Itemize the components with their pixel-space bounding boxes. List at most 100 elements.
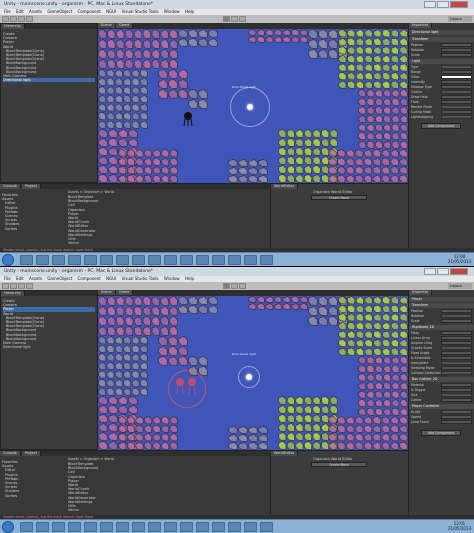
file-item[interactable]: Vector <box>68 508 268 512</box>
hand-tool-icon[interactable] <box>2 16 9 22</box>
media-icon[interactable] <box>196 522 209 532</box>
component-header[interactable]: Light <box>409 59 474 64</box>
add-component-button[interactable]: Add Component <box>421 123 461 129</box>
skype-icon[interactable] <box>84 522 97 532</box>
component-header[interactable]: Player Controller <box>409 404 474 409</box>
field-value[interactable] <box>441 393 472 397</box>
mail-icon[interactable] <box>100 522 113 532</box>
move-tool-icon[interactable] <box>10 16 17 22</box>
field-value[interactable] <box>441 309 472 313</box>
field-value[interactable] <box>441 110 472 114</box>
hierarchy-item-selected[interactable]: Directional light <box>3 78 95 83</box>
scale-tool-icon[interactable] <box>26 16 33 22</box>
tab-game[interactable]: Game <box>116 23 134 28</box>
file-item[interactable]: Vector <box>68 241 268 245</box>
field-value[interactable] <box>441 319 472 323</box>
media-icon[interactable] <box>196 255 209 265</box>
create-block-button[interactable]: Create Block <box>311 462 367 467</box>
field-value[interactable] <box>441 336 472 340</box>
start-button[interactable] <box>2 254 14 266</box>
field-value[interactable] <box>441 351 472 355</box>
field-value[interactable] <box>441 80 472 84</box>
tree-item[interactable]: Sprites <box>2 227 62 231</box>
scale-tool-icon[interactable] <box>26 283 33 289</box>
system-clock[interactable]: 12:01 21/05/2013 <box>448 521 471 531</box>
inspector-object-name[interactable]: Player <box>409 297 474 302</box>
field-value[interactable] <box>441 356 472 360</box>
visual-studio-icon[interactable] <box>164 255 177 265</box>
field-value[interactable] <box>441 53 472 57</box>
tree-item[interactable]: Sprites <box>2 494 62 498</box>
scene-view[interactable]: Directional light Scene Game <box>98 23 408 183</box>
start-button[interactable] <box>2 521 14 533</box>
notepad-icon[interactable] <box>148 255 161 265</box>
tab-console[interactable]: Console <box>0 451 21 456</box>
hand-tool-icon[interactable] <box>2 283 9 289</box>
folder-icon[interactable] <box>132 522 145 532</box>
tab-console[interactable]: Console <box>0 184 21 189</box>
component-header[interactable]: Rigidbody 2D <box>409 325 474 330</box>
color-swatch[interactable] <box>441 75 472 79</box>
settings-icon[interactable] <box>180 255 193 265</box>
tab-project[interactable]: Project <box>22 451 41 456</box>
tab-hierarchy[interactable]: Hierarchy <box>1 291 25 296</box>
jellyfish-icon[interactable] <box>182 111 194 127</box>
field-value[interactable] <box>441 65 472 69</box>
field-value[interactable] <box>441 371 472 375</box>
rotate-tool-icon[interactable] <box>18 16 25 22</box>
notepad-icon[interactable] <box>148 522 161 532</box>
field-value[interactable] <box>441 331 472 335</box>
tab-hierarchy[interactable]: Hierarchy <box>1 24 25 29</box>
field-value[interactable] <box>441 415 472 419</box>
field-value[interactable] <box>441 341 472 345</box>
hierarchy-item[interactable]: Directional light <box>3 345 95 349</box>
tab-world-editor[interactable]: WorldEditor <box>271 184 299 189</box>
photoshop-icon[interactable] <box>212 522 225 532</box>
unity-icon[interactable] <box>244 522 257 532</box>
component-header[interactable]: Transform <box>409 303 474 308</box>
field-value[interactable] <box>441 314 472 318</box>
sun-icon[interactable] <box>246 374 252 380</box>
field-value[interactable] <box>441 48 472 52</box>
tab-game[interactable]: Game <box>116 290 134 295</box>
minimize-button[interactable] <box>424 1 436 8</box>
terminal-icon[interactable] <box>116 255 129 265</box>
add-component-button[interactable]: Add Component <box>421 430 461 436</box>
system-clock[interactable]: 12:00 21/05/2013 <box>448 254 471 264</box>
explorer-icon[interactable] <box>20 522 33 532</box>
explorer-icon[interactable] <box>20 255 33 265</box>
field-value[interactable] <box>441 43 472 47</box>
terminal-icon[interactable] <box>116 522 129 532</box>
field-value[interactable] <box>441 70 472 74</box>
firefox-icon[interactable] <box>36 522 49 532</box>
close-button[interactable] <box>450 1 468 8</box>
unity-icon[interactable] <box>244 255 257 265</box>
photoshop-icon[interactable] <box>212 255 225 265</box>
field-value[interactable] <box>441 398 472 402</box>
field-value[interactable] <box>441 105 472 109</box>
step-icon[interactable] <box>239 283 246 289</box>
field-value[interactable] <box>441 361 472 365</box>
field-value[interactable] <box>441 95 472 99</box>
flash-icon[interactable] <box>228 255 241 265</box>
visual-studio-icon[interactable] <box>164 522 177 532</box>
chrome-icon[interactable] <box>52 255 65 265</box>
inspector-object-name[interactable]: Directional light <box>409 30 474 35</box>
component-header[interactable]: Transform <box>409 37 474 42</box>
component-header[interactable]: Box Collider 2D <box>409 377 474 382</box>
steam-icon[interactable] <box>68 522 81 532</box>
play-icon[interactable] <box>223 283 230 289</box>
settings-icon[interactable] <box>180 522 193 532</box>
pause-icon[interactable] <box>231 16 238 22</box>
rotate-tool-icon[interactable] <box>18 283 25 289</box>
close-button[interactable] <box>450 268 468 275</box>
field-value[interactable] <box>441 410 472 414</box>
paint-icon[interactable] <box>260 522 273 532</box>
minimize-button[interactable] <box>424 268 436 275</box>
field-value[interactable] <box>441 90 472 94</box>
firefox-icon[interactable] <box>36 255 49 265</box>
field-value[interactable] <box>441 388 472 392</box>
field-value[interactable] <box>441 346 472 350</box>
sun-icon[interactable] <box>247 104 253 110</box>
flash-icon[interactable] <box>228 522 241 532</box>
